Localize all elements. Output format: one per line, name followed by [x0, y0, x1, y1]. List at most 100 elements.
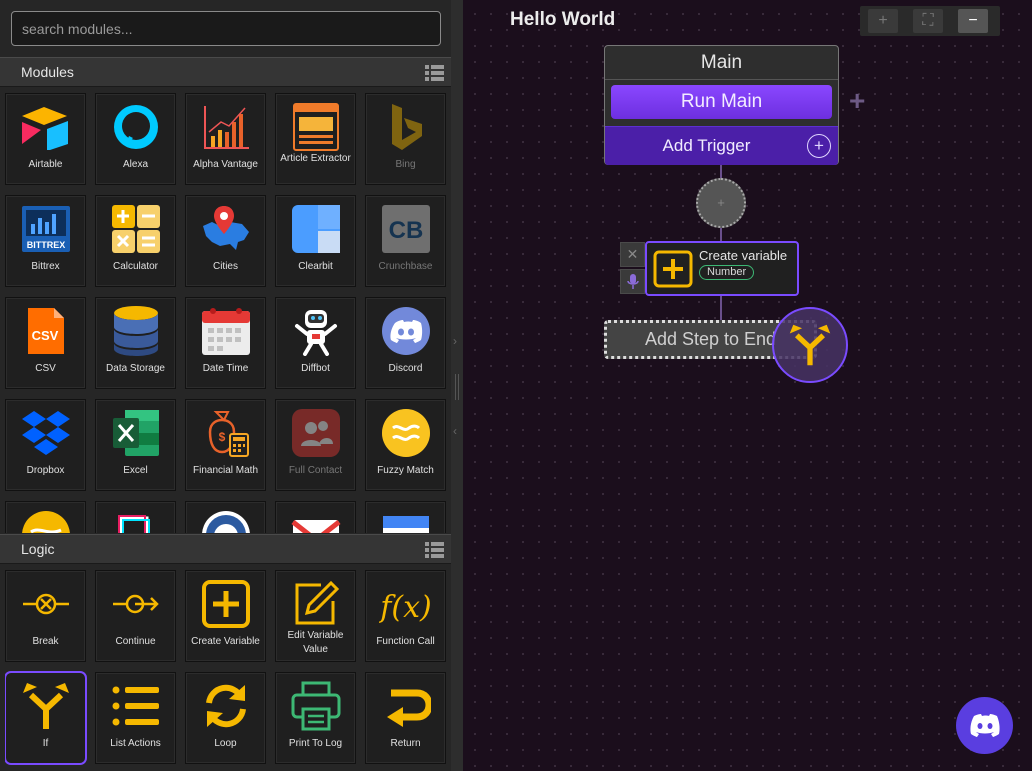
search-input[interactable] [11, 11, 441, 46]
clearbit-icon [289, 202, 343, 256]
yellow-circle-icon [19, 508, 73, 533]
discord-icon [969, 713, 1000, 737]
module-tile-article-extractor[interactable]: Article Extractor [275, 93, 356, 185]
module-label: Article Extractor [280, 153, 351, 164]
module-tile-bing[interactable]: Bing [365, 93, 446, 185]
main-node-title: Main [700, 52, 743, 73]
module-tile-dropbox[interactable]: Dropbox [5, 399, 86, 491]
drag-handle-icon[interactable] [455, 374, 459, 400]
module-label: Clearbit [298, 261, 333, 272]
continue-icon [109, 577, 163, 631]
airtable-icon [19, 100, 73, 154]
module-label: Calculator [112, 261, 159, 272]
list-view-icon[interactable] [425, 542, 444, 558]
module-tile-discord[interactable]: Discord [365, 297, 446, 389]
logic-tile-list-actions[interactable]: List Actions [95, 672, 176, 764]
close-icon[interactable]: ✕ [620, 242, 645, 267]
module-tile-data-storage[interactable]: Data Storage [95, 297, 176, 389]
svg-text:BITTREX: BITTREX [26, 240, 65, 250]
github-icon [199, 508, 253, 533]
search-area [0, 0, 451, 57]
microphone-icon[interactable] [620, 269, 645, 294]
module-tile-date-time[interactable]: Date Time [185, 297, 266, 389]
modules-grid: Airtable Alexa Alpha Vantage Article Ext… [5, 93, 447, 533]
add-trigger-row[interactable]: Add Trigger + [605, 126, 838, 165]
logic-tile-print-to-log[interactable]: Print To Log [275, 672, 356, 764]
module-tile-alexa[interactable]: Alexa [95, 93, 176, 185]
logic-tile-if[interactable]: If [5, 672, 86, 764]
module-tile-excel[interactable]: Excel [95, 399, 176, 491]
module-tile-clearbit[interactable]: Clearbit [275, 195, 356, 287]
module-tile[interactable]: 31 [365, 501, 446, 533]
logic-label: Print To Log [288, 738, 343, 749]
plus-square-icon [653, 250, 693, 288]
module-label: Alexa [122, 159, 148, 170]
module-label: Bing [395, 159, 416, 170]
add-trigger-label: Add Trigger [662, 136, 751, 155]
module-tile[interactable] [95, 501, 176, 533]
modules-header[interactable]: Modules [0, 57, 451, 87]
calculator-icon [109, 202, 163, 256]
module-tile-financial-math[interactable]: $ Financial Math [185, 399, 266, 491]
module-tile[interactable] [5, 501, 86, 533]
module-tile-alpha-vantage[interactable]: Alpha Vantage [185, 93, 266, 185]
gmail-icon [289, 508, 343, 533]
modules-title: Modules [21, 64, 74, 80]
logic-tile-continue[interactable]: Continue [95, 570, 176, 662]
discord-chat-button[interactable] [956, 697, 1013, 754]
module-tile[interactable] [275, 501, 356, 533]
module-tile-csv[interactable]: CSV CSV [5, 297, 86, 389]
module-label: Dropbox [26, 465, 65, 476]
module-label: Cities [212, 261, 238, 272]
list-view-icon[interactable] [425, 65, 444, 81]
bing-icon [379, 100, 433, 154]
logic-tile-return[interactable]: Return [365, 672, 446, 764]
step-title: Create variable [699, 248, 788, 263]
logic-tile-loop[interactable]: Loop [185, 672, 266, 764]
flow-title[interactable]: Hello World [510, 9, 615, 31]
module-tile[interactable] [185, 501, 266, 533]
create-variable-step[interactable]: Create variable Number [645, 241, 799, 296]
flow-canvas[interactable]: Hello World + ⛶ − Main Run Main Add Trig… [463, 0, 1032, 771]
logic-header[interactable]: Logic [0, 534, 451, 564]
add-flow-plus-icon[interactable]: + [849, 85, 865, 117]
module-tile-fuzzy-match[interactable]: Fuzzy Match [365, 399, 446, 491]
module-label: Discord [388, 363, 423, 374]
dropbox-icon [19, 406, 73, 460]
module-tile-calculator[interactable]: Calculator [95, 195, 176, 287]
logic-label: Create Variable [191, 636, 260, 647]
chevron-right-icon[interactable]: › [453, 334, 457, 348]
insert-step-drop-target[interactable]: + [696, 178, 746, 228]
module-tile-airtable[interactable]: Airtable [5, 93, 86, 185]
logic-tile-create-variable[interactable]: Create Variable [185, 570, 266, 662]
module-label: Alpha Vantage [193, 159, 258, 170]
app-root: Modules Airtable Alexa Alpha Vantage Art… [0, 0, 1032, 771]
bar-chart-icon [199, 100, 253, 154]
module-tile-full-contact[interactable]: Full Contact [275, 399, 356, 491]
logic-label: Continue [115, 636, 156, 647]
full-contact-icon [289, 406, 343, 460]
module-tile-crunchbase[interactable]: CB Crunchbase [365, 195, 446, 287]
fit-view-button[interactable]: ⛶ [913, 9, 943, 33]
logic-tile-break[interactable]: Break [5, 570, 86, 662]
module-tile-diffbot[interactable]: Diffbot [275, 297, 356, 389]
branch-icon [789, 324, 831, 366]
logic-tile-edit-variable-value[interactable]: Edit Variable Value [275, 570, 356, 662]
logic-tile-function-call[interactable]: f(x) Function Call [365, 570, 446, 662]
dragging-if-block[interactable] [772, 307, 848, 383]
add-trigger-plus-icon[interactable]: + [807, 134, 831, 158]
run-main-button[interactable]: Run Main [611, 85, 832, 119]
module-tile-cities[interactable]: Cities [185, 195, 266, 287]
zoom-out-button[interactable]: − [958, 9, 988, 33]
browser-window-icon [289, 100, 343, 154]
zoom-in-button[interactable]: + [868, 9, 898, 33]
module-label: Date Time [202, 363, 249, 374]
main-flow-node[interactable]: Main Run Main Add Trigger + [604, 45, 839, 165]
logic-label: Break [32, 636, 59, 647]
panel-splitter[interactable]: › ‹ [451, 0, 463, 771]
svg-text:CSV: CSV [31, 328, 58, 343]
logic-label: List Actions [110, 738, 161, 749]
chevron-left-icon[interactable]: ‹ [453, 424, 457, 438]
svg-text:f(x): f(x) [379, 590, 432, 625]
module-tile-bittrex[interactable]: BITTREX Bittrex [5, 195, 86, 287]
